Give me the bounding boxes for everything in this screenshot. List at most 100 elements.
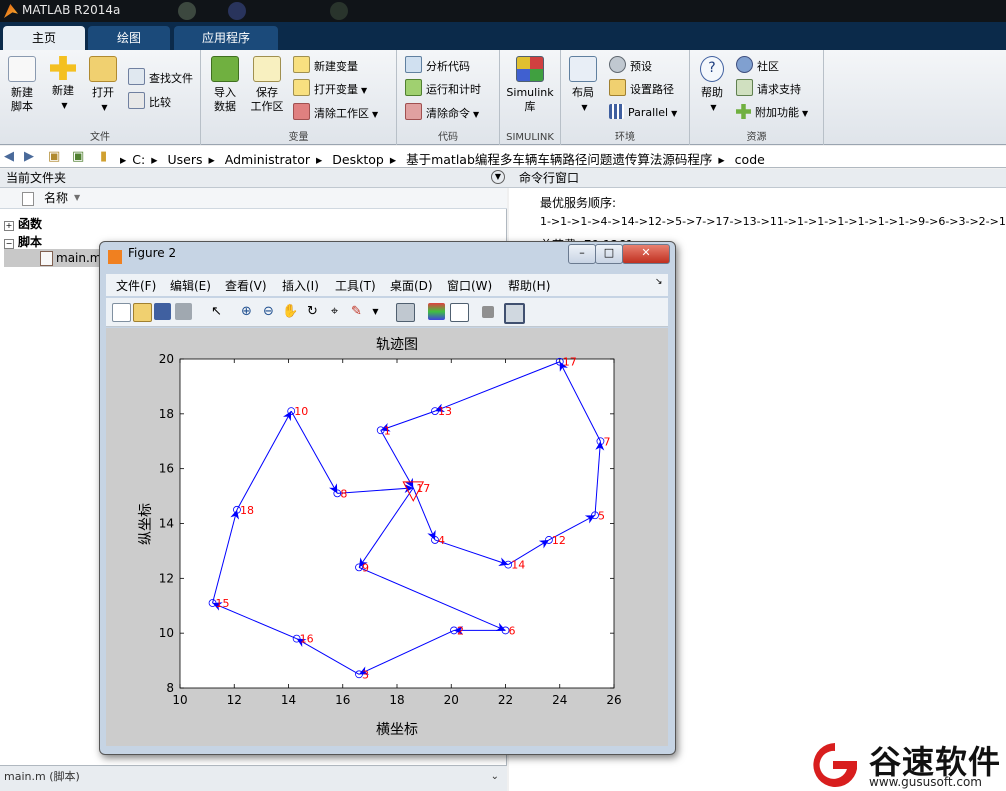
breadcrumb-segment[interactable]: 基于matlab编程多车辆车辆路径问题遗传算法源码程序 xyxy=(406,152,712,167)
legend-icon[interactable] xyxy=(450,303,469,322)
gear-icon xyxy=(609,56,626,73)
breadcrumb-segment[interactable]: Desktop xyxy=(332,152,384,167)
new-script-label: 新建 脚本 xyxy=(11,86,33,113)
analyze-code-button[interactable]: 分析代码 xyxy=(405,56,470,76)
menu-tools[interactable]: 工具(T) xyxy=(335,277,376,294)
breadcrumb-segment[interactable]: code xyxy=(735,152,765,167)
brush-dropdown-icon[interactable]: ▼ xyxy=(367,303,384,320)
current-folder-title: 当前文件夹 xyxy=(6,171,67,185)
zoom-in-icon[interactable]: ⊕ xyxy=(238,303,255,320)
point-label: 12 xyxy=(552,534,566,547)
name-column-label: 名称 xyxy=(44,191,69,205)
zoom-out-icon[interactable]: ⊖ xyxy=(260,303,277,320)
title-bar: MATLAB R2014a xyxy=(0,0,1006,22)
find-files-button[interactable]: 查找文件 xyxy=(128,68,193,88)
layout-button[interactable]: 布局 ▼ xyxy=(565,56,601,115)
preferences-button[interactable]: 预设 xyxy=(609,56,652,76)
link-plot-icon[interactable] xyxy=(396,303,415,322)
save-workspace-button[interactable]: 保存 工作区 xyxy=(247,56,287,114)
new-variable-label: 新建变量 xyxy=(314,60,358,73)
breadcrumb-segment[interactable]: Users xyxy=(168,152,203,167)
community-button[interactable]: 社区 xyxy=(736,56,779,76)
tree-node-label: 脚本 xyxy=(18,235,43,249)
breadcrumb-segment[interactable]: C: xyxy=(132,152,145,167)
save-icon[interactable] xyxy=(154,303,171,320)
chevron-down-icon[interactable]: ⌄ xyxy=(491,766,499,788)
run-and-time-button[interactable]: 运行和计时 xyxy=(405,79,481,99)
analyze-code-label: 分析代码 xyxy=(426,60,470,73)
forward-arrow-icon[interactable]: ▶ xyxy=(24,149,34,164)
trajectory-chart[interactable]: 轨迹图 横坐标 纵坐标 10 12 14 16 18 20 22 24 268101214161… xyxy=(106,328,668,746)
menu-insert[interactable]: 插入(I) xyxy=(282,277,319,294)
open-file-icon[interactable] xyxy=(133,303,152,322)
help-button[interactable]: ? 帮助 ▼ xyxy=(694,56,730,115)
plus-icon xyxy=(50,56,76,80)
new-script-button[interactable]: 新建 脚本 xyxy=(4,56,40,114)
y-axis-label: 纵坐标 xyxy=(138,503,154,545)
close-button[interactable]: ✕ xyxy=(622,244,670,264)
menu-view[interactable]: 查看(V) xyxy=(225,277,267,294)
chart-title: 轨迹图 xyxy=(376,337,418,353)
breadcrumb-segment[interactable]: Administrator xyxy=(225,152,310,167)
new-variable-icon xyxy=(293,56,310,73)
panel-menu-icon[interactable]: ▼ xyxy=(491,170,505,184)
request-support-button[interactable]: 请求支持 xyxy=(736,79,801,99)
y-tick-label: 8 xyxy=(166,681,174,695)
group-label-code: 代码 xyxy=(438,132,458,143)
figure-window[interactable]: Figure 2 – □ ✕ 文件(F) 编辑(E) 查看(V) 插入(I) 工… xyxy=(99,241,676,755)
brush-icon[interactable]: ✎ xyxy=(348,303,365,320)
menu-window[interactable]: 窗口(W) xyxy=(447,277,492,294)
addons-label: 附加功能 xyxy=(755,106,799,119)
rotate-icon[interactable]: ↻ xyxy=(304,303,321,320)
group-label-environment: 环境 xyxy=(615,132,635,143)
menu-desktop[interactable]: 桌面(D) xyxy=(390,277,433,294)
browse-folder-icon[interactable]: ▣ xyxy=(72,149,84,164)
colorbar-icon[interactable] xyxy=(428,303,445,320)
set-path-button[interactable]: 设置路径 xyxy=(609,79,674,99)
clear-commands-label: 清除命令 xyxy=(426,107,470,120)
tree-node-scripts[interactable]: − 脚本 xyxy=(4,233,42,250)
up-folder-icon[interactable]: ▣ xyxy=(48,149,60,164)
pointer-icon[interactable]: ↖ xyxy=(208,303,225,320)
expand-icon[interactable]: + xyxy=(4,221,14,231)
maximize-button[interactable]: □ xyxy=(595,244,623,264)
show-plot-tools-icon[interactable] xyxy=(504,303,525,324)
data-cursor-icon[interactable]: ⌖ xyxy=(326,303,343,320)
name-column-header[interactable]: 名称 ▼ xyxy=(0,188,507,209)
menu-help[interactable]: 帮助(H) xyxy=(508,277,550,294)
command-window-title: 命令行窗口 xyxy=(519,171,580,185)
dock-icon[interactable]: ↘ xyxy=(655,277,663,287)
import-data-button[interactable]: 导入 数据 xyxy=(205,56,245,114)
point-label: 13 xyxy=(438,405,452,418)
pan-icon[interactable]: ✋ xyxy=(282,303,299,320)
point-label: 15 xyxy=(216,597,230,610)
minimize-button[interactable]: – xyxy=(568,244,596,264)
tree-node-functions[interactable]: + 函数 xyxy=(4,215,42,232)
menu-edit[interactable]: 编辑(E) xyxy=(170,277,211,294)
new-button[interactable]: 新建 ▼ xyxy=(46,56,80,113)
open-variable-button[interactable]: 打开变量 ▼ xyxy=(293,79,367,99)
compare-button[interactable]: 比较 xyxy=(128,92,171,112)
tab-plots[interactable]: 绘图 xyxy=(88,26,170,50)
tab-home[interactable]: 主页 xyxy=(3,26,85,50)
collapse-icon[interactable]: − xyxy=(4,239,14,249)
simulink-library-button[interactable]: Simulink 库 xyxy=(504,56,556,114)
print-icon[interactable] xyxy=(175,303,192,320)
new-variable-button[interactable]: 新建变量 xyxy=(293,56,358,76)
folder-icon xyxy=(89,56,117,82)
clear-workspace-button[interactable]: 清除工作区 ▼ xyxy=(293,103,378,123)
x-tick-label: 18 xyxy=(389,693,404,707)
group-code: 分析代码 运行和计时 清除命令 ▼ 代码 xyxy=(397,50,500,145)
addons-button[interactable]: 附加功能 ▼ xyxy=(736,103,808,123)
parallel-button[interactable]: Parallel ▼ xyxy=(609,103,677,123)
clear-commands-button[interactable]: 清除命令 ▼ xyxy=(405,103,479,123)
open-button[interactable]: 打开 ▼ xyxy=(86,56,120,115)
menu-file[interactable]: 文件(F) xyxy=(116,277,156,294)
compare-icon xyxy=(128,92,145,109)
point-label: 9 xyxy=(362,561,369,574)
file-row-selected[interactable]: main.m xyxy=(4,249,102,267)
hide-plot-tools-icon[interactable] xyxy=(482,306,494,318)
tab-apps[interactable]: 应用程序 xyxy=(174,26,278,50)
new-figure-icon[interactable] xyxy=(112,303,131,322)
back-arrow-icon[interactable]: ◀ xyxy=(4,149,14,164)
